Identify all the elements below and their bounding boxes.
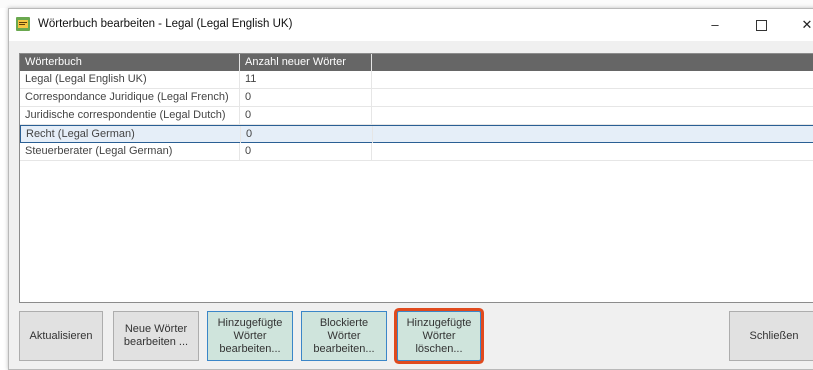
table-row[interactable]: Legal (Legal English UK) 11 [20, 71, 813, 89]
minimize-button[interactable]: – [692, 9, 738, 41]
dictionary-name-cell: Recht (Legal German) [21, 126, 241, 143]
close-window-button[interactable]: ✕ [784, 9, 813, 41]
column-header-new-words-count[interactable]: Anzahl neuer Wörter [240, 54, 372, 71]
close-icon: ✕ [801, 17, 813, 32]
table-row[interactable]: Juridische correspondentie (Legal Dutch)… [20, 107, 813, 125]
delete-added-words-button[interactable]: Hinzugefügte Wörter löschen... [397, 311, 481, 361]
edit-new-words-button[interactable]: Neue Wörter bearbeiten ... [113, 311, 199, 361]
title-bar[interactable]: Wörterbuch bearbeiten - Legal (Legal Eng… [9, 9, 813, 41]
maximize-button[interactable] [738, 9, 784, 41]
refresh-button[interactable]: Aktualisieren [19, 311, 103, 361]
dictionary-edit-window: Wörterbuch bearbeiten - Legal (Legal Eng… [8, 8, 813, 370]
dictionary-name-cell: Steuerberater (Legal German) [20, 143, 240, 160]
edit-blocked-words-button[interactable]: Blockierte Wörter bearbeiten... [301, 311, 387, 361]
minimize-icon: – [711, 17, 719, 32]
new-words-count-cell: 0 [240, 143, 372, 160]
dictionary-table: Wörterbuch Anzahl neuer Wörter Legal (Le… [19, 53, 813, 303]
table-row-selected[interactable]: Recht (Legal German) 0 [20, 125, 813, 143]
dictionary-name-cell: Juridische correspondentie (Legal Dutch) [20, 107, 240, 124]
book-edit-icon [16, 17, 30, 31]
window-title: Wörterbuch bearbeiten - Legal (Legal Eng… [38, 18, 293, 30]
new-words-count-cell: 11 [240, 71, 372, 88]
background-strip [0, 0, 813, 8]
table-row[interactable]: Correspondance Juridique (Legal French) … [20, 89, 813, 107]
new-words-count-cell: 0 [240, 89, 372, 106]
table-header: Wörterbuch Anzahl neuer Wörter [20, 54, 813, 71]
new-words-count-cell: 0 [241, 126, 373, 143]
maximize-icon [755, 20, 767, 32]
dictionary-name-cell: Legal (Legal English UK) [20, 71, 240, 88]
new-words-count-cell: 0 [240, 107, 372, 124]
column-header-dictionary[interactable]: Wörterbuch [20, 54, 240, 71]
edit-added-words-button[interactable]: Hinzugefügte Wörter bearbeiten... [207, 311, 293, 361]
close-button[interactable]: Schließen [729, 311, 813, 361]
table-row[interactable]: Steuerberater (Legal German) 0 [20, 143, 813, 161]
dictionary-name-cell: Correspondance Juridique (Legal French) [20, 89, 240, 106]
